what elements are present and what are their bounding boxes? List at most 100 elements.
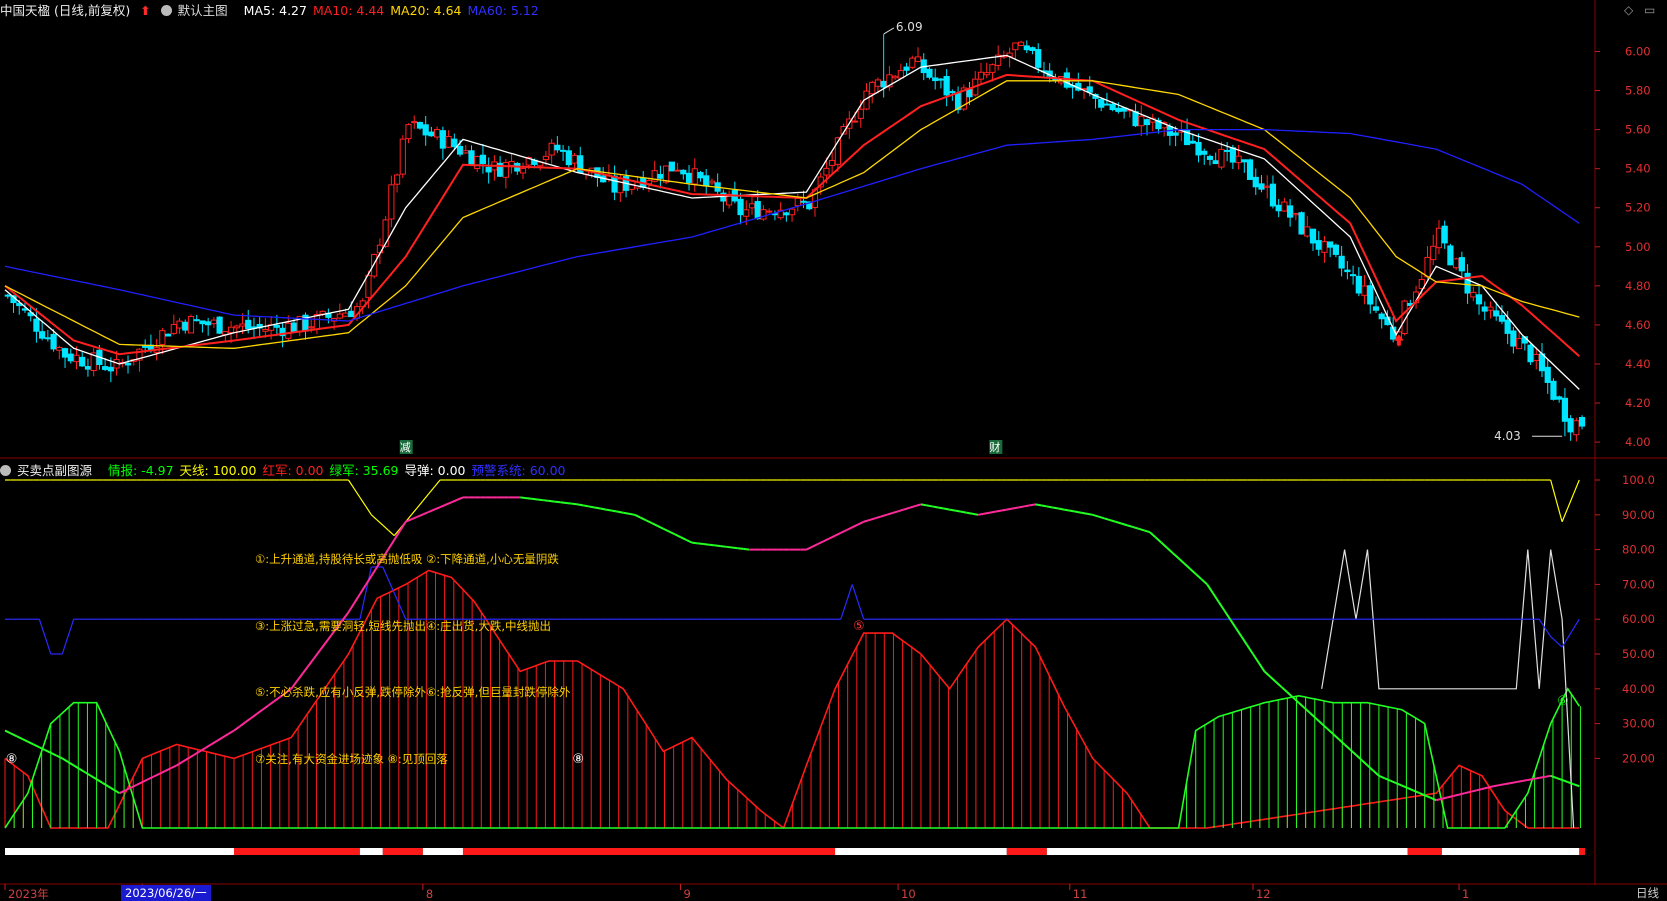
intel-line	[4, 729, 12, 735]
intel-line	[33, 743, 40, 749]
intel-line	[1029, 503, 1036, 507]
signal-legend-text: ⑦关注,有大资金进场迹象 ⑧:见顶回落	[255, 752, 448, 766]
intel-line	[1154, 536, 1163, 544]
intel-line	[124, 786, 132, 792]
intel-line	[1075, 510, 1082, 514]
indicator-y-tick-label: 50.00	[1622, 647, 1655, 661]
intel-line	[1470, 789, 1477, 793]
intel-line	[1389, 779, 1397, 785]
candle-body	[1246, 159, 1254, 180]
candle-body	[909, 57, 916, 68]
intel-line	[296, 672, 304, 682]
x-tick-label: 12	[1256, 887, 1271, 901]
intel-line	[857, 520, 865, 526]
warning-line	[1555, 641, 1563, 648]
candle-body	[869, 81, 876, 95]
intel-line	[880, 513, 887, 518]
intel-line	[147, 775, 155, 781]
candle-body	[348, 310, 355, 318]
indicator-y-tick-label: 60.00	[1622, 612, 1655, 626]
candle-body	[262, 328, 269, 332]
intel-line	[1132, 526, 1139, 530]
intel-line	[937, 506, 945, 510]
intel-line	[399, 521, 407, 532]
candle-body	[164, 333, 172, 337]
chart-canvas[interactable]: 6.00 5.80 5.60 5.40 5.20 5.00 4.80 4.60 4.40 4.20…	[0, 0, 1667, 901]
intel-line	[680, 536, 687, 541]
candle-body	[857, 108, 864, 119]
intel-line	[1092, 513, 1099, 518]
candle-body	[84, 366, 92, 370]
intel-line	[1166, 547, 1174, 554]
intel-line	[639, 516, 647, 522]
intel-line	[1040, 504, 1048, 508]
candle-body	[1235, 155, 1242, 164]
candle-body	[176, 320, 183, 329]
candle-body	[44, 337, 51, 340]
intel-line	[1109, 519, 1116, 523]
intel-line	[1366, 764, 1374, 772]
candle-body	[1510, 330, 1517, 347]
intel-line	[978, 512, 985, 516]
candle-body	[1441, 225, 1448, 244]
intel-line	[1275, 681, 1283, 688]
intel-line	[554, 500, 561, 504]
intel-line	[96, 778, 103, 784]
intel-line	[851, 523, 859, 529]
intel-line	[588, 505, 595, 509]
intel-line	[823, 537, 830, 543]
y-tick-label: 4.80	[1625, 279, 1651, 293]
intel-line	[897, 508, 905, 513]
intel-line	[1234, 627, 1243, 638]
intel-line	[1539, 775, 1546, 779]
intel-line	[210, 740, 218, 746]
intel-line	[846, 526, 853, 532]
intel-line	[16, 735, 23, 740]
candle-body	[468, 150, 475, 166]
candle-body	[79, 356, 86, 367]
intel-line	[565, 501, 572, 505]
candle-body	[199, 320, 206, 325]
candle-body	[56, 346, 63, 351]
intel-line	[170, 764, 178, 770]
state-strip-segment	[382, 848, 423, 855]
intel-line	[1292, 696, 1300, 704]
intel-line	[1320, 722, 1329, 730]
candle-body	[1556, 396, 1563, 400]
candle-body	[1372, 306, 1380, 311]
intel-line	[101, 781, 109, 788]
warning-line	[851, 584, 859, 602]
candle-body	[1189, 140, 1196, 144]
intel-line	[439, 503, 447, 509]
candle-body	[1561, 397, 1569, 422]
candle-body	[1567, 418, 1574, 433]
candle-body	[1464, 272, 1471, 294]
intel-line	[1069, 509, 1076, 513]
intel-line	[634, 513, 641, 519]
intel-line	[1493, 784, 1500, 788]
intel-line	[989, 510, 996, 514]
signal-circle-mark: ⑤	[853, 619, 865, 634]
candle-body	[73, 354, 80, 363]
intel-line	[1223, 609, 1231, 620]
candle-body	[439, 130, 446, 149]
candle-body	[1132, 111, 1139, 127]
intel-line	[1412, 789, 1420, 794]
candle-body	[405, 124, 412, 140]
intel-line	[1435, 797, 1443, 802]
intel-line	[583, 504, 590, 508]
intel-line	[130, 783, 138, 789]
intel-line	[817, 540, 825, 545]
candle-body	[456, 145, 464, 155]
candle-body	[1458, 257, 1465, 272]
intel-line	[416, 513, 424, 518]
intel-line	[27, 740, 35, 746]
intel-line	[1338, 738, 1346, 746]
intel-line	[1544, 774, 1551, 778]
intel-line	[136, 781, 143, 786]
candle-body	[932, 77, 939, 82]
x-tick-label: 8	[426, 887, 433, 901]
intel-line	[1217, 601, 1226, 612]
candle-body	[668, 161, 675, 172]
period-label[interactable]: 日线	[1636, 885, 1659, 901]
